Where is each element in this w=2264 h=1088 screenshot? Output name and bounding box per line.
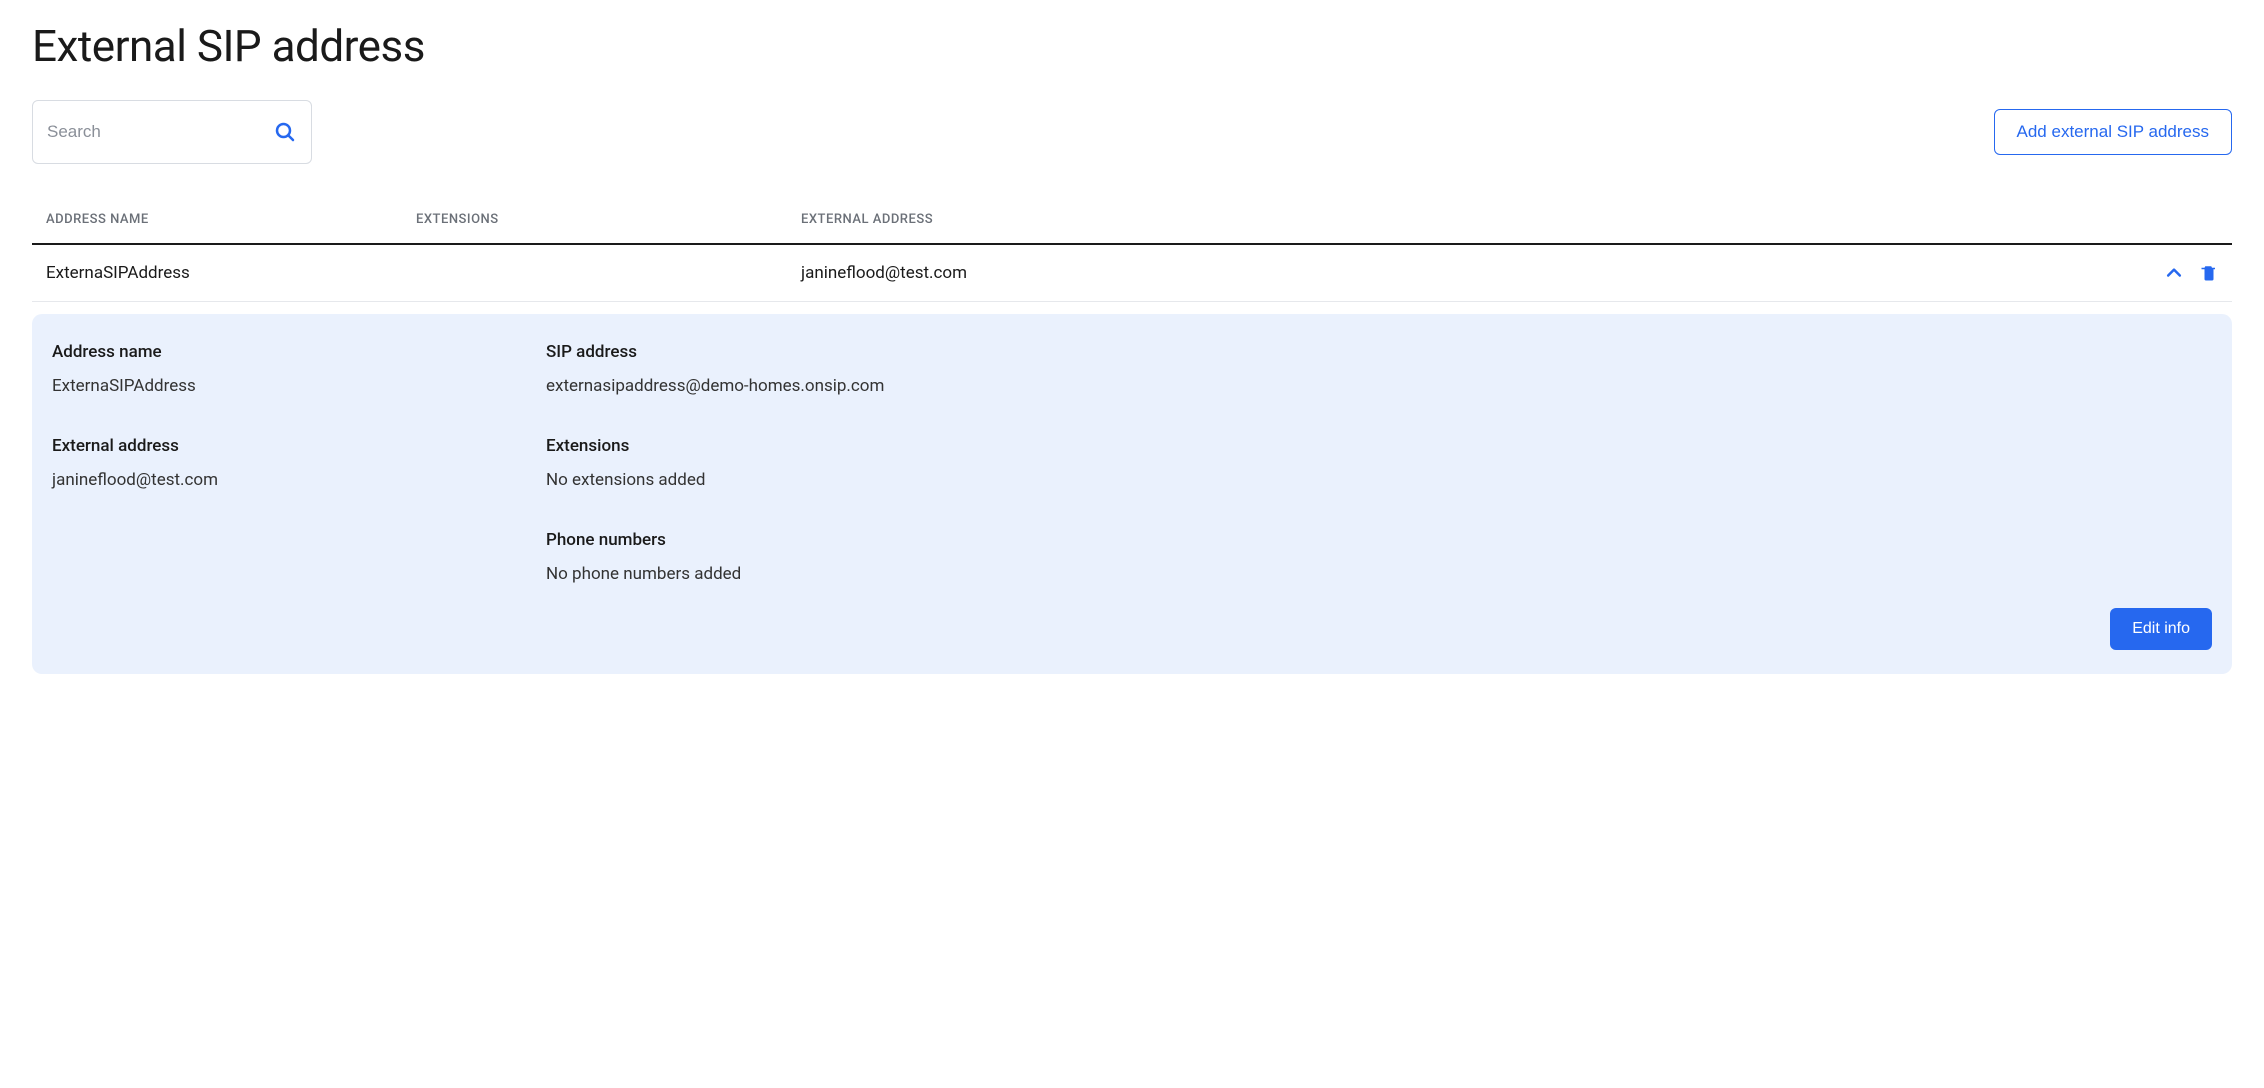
field-external-address: External address janineflood@test.com	[52, 436, 546, 584]
delete-icon[interactable]	[2200, 263, 2218, 283]
field-extensions: Extensions No extensions added	[546, 436, 2212, 490]
value-extensions: No extensions added	[546, 470, 2212, 490]
label-phone-numbers: Phone numbers	[546, 530, 2212, 550]
cell-external-address: janineflood@test.com	[801, 263, 2138, 283]
value-address-name: ExternaSIPAddress	[52, 376, 546, 396]
page-title: External SIP address	[32, 20, 2232, 72]
value-sip-address: externasipaddress@demo-homes.onsip.com	[546, 376, 2212, 396]
detail-panel: Address name ExternaSIPAddress SIP addre…	[32, 314, 2232, 674]
table-row[interactable]: ExternaSIPAddress janineflood@test.com	[32, 245, 2232, 302]
label-external-address: External address	[52, 436, 546, 456]
col-header-external-address: EXTERNAL ADDRESS	[801, 212, 2138, 227]
col-header-name: ADDRESS NAME	[46, 212, 416, 227]
label-address-name: Address name	[52, 342, 546, 362]
toolbar: Add external SIP address	[32, 100, 2232, 164]
search-icon[interactable]	[273, 120, 297, 144]
cell-address-name: ExternaSIPAddress	[46, 263, 416, 283]
collapse-icon[interactable]	[2164, 263, 2184, 283]
value-phone-numbers: No phone numbers added	[546, 564, 2212, 584]
label-extensions: Extensions	[546, 436, 2212, 456]
search-box[interactable]	[32, 100, 312, 164]
search-input[interactable]	[47, 122, 273, 142]
edit-info-button[interactable]: Edit info	[2110, 608, 2212, 650]
label-sip-address: SIP address	[546, 342, 2212, 362]
col-header-extensions: EXTENSIONS	[416, 212, 801, 227]
value-external-address: janineflood@test.com	[52, 470, 546, 490]
field-sip-address: SIP address externasipaddress@demo-homes…	[546, 342, 2212, 396]
sip-address-table: ADDRESS NAME EXTENSIONS EXTERNAL ADDRESS…	[32, 212, 2232, 674]
field-phone-numbers: Phone numbers No phone numbers added	[546, 530, 2212, 584]
add-external-sip-button[interactable]: Add external SIP address	[1994, 109, 2232, 155]
table-header: ADDRESS NAME EXTENSIONS EXTERNAL ADDRESS	[32, 212, 2232, 245]
field-address-name: Address name ExternaSIPAddress	[52, 342, 546, 396]
